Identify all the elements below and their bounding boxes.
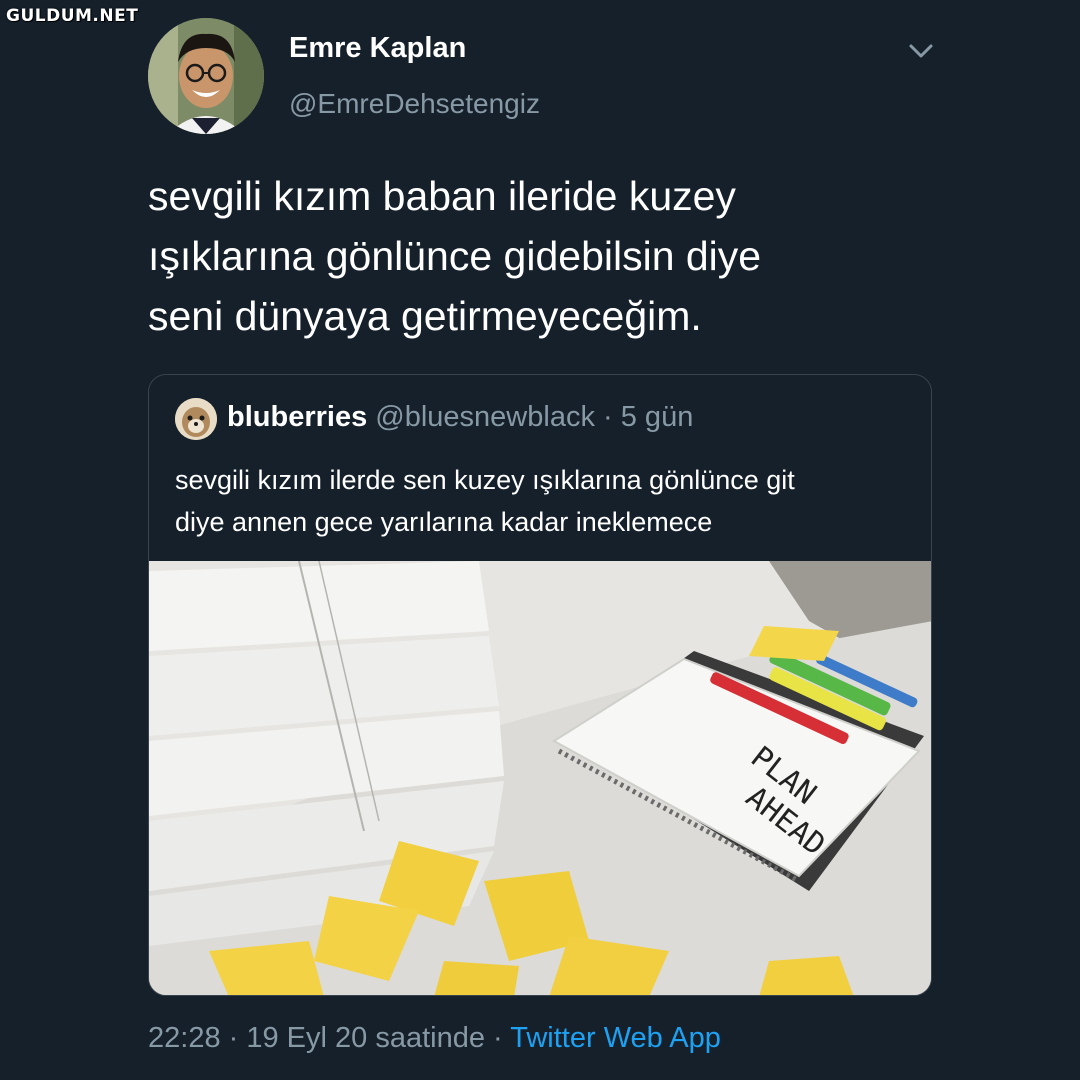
tweet-timestamp[interactable]: 22:28 · 19 Eyl 20 saatinde xyxy=(148,1022,485,1054)
quoted-tweet-photo[interactable]: PLAN AHEAD xyxy=(149,561,932,996)
footer-separator: · xyxy=(493,1022,503,1054)
chevron-down-icon[interactable] xyxy=(906,36,936,66)
quoted-author-handle[interactable]: @bluesnewblack xyxy=(375,401,595,433)
site-watermark: GULDUM.NET xyxy=(6,6,139,26)
tweet-footer: 22:28 · 19 Eyl 20 saatinde · Twitter Web… xyxy=(148,1022,721,1055)
author-handle[interactable]: @EmreDehsetengiz xyxy=(289,88,540,120)
quoted-author-name[interactable]: bluberries xyxy=(227,401,367,433)
quoted-tweet-text: sevgili kızım ilerde sen kuzey ışıkların… xyxy=(175,465,795,537)
tweet-source-link[interactable]: Twitter Web App xyxy=(510,1022,721,1054)
quoted-header-separator: · xyxy=(603,401,613,433)
quoted-author-avatar xyxy=(175,398,217,440)
quoted-tweet-header: bluberries @bluesnewblack · 5 gün xyxy=(227,401,693,434)
quoted-tweet-card[interactable]: bluberries @bluesnewblack · 5 gün sevgil… xyxy=(148,374,932,996)
tweet-text: sevgili kızım baban ileride kuzey ışıkla… xyxy=(148,173,762,339)
quoted-tweet-time[interactable]: 5 gün xyxy=(621,401,694,433)
author-avatar[interactable] xyxy=(148,18,264,134)
avatar-image xyxy=(148,18,264,134)
author-name[interactable]: Emre Kaplan xyxy=(289,32,466,65)
